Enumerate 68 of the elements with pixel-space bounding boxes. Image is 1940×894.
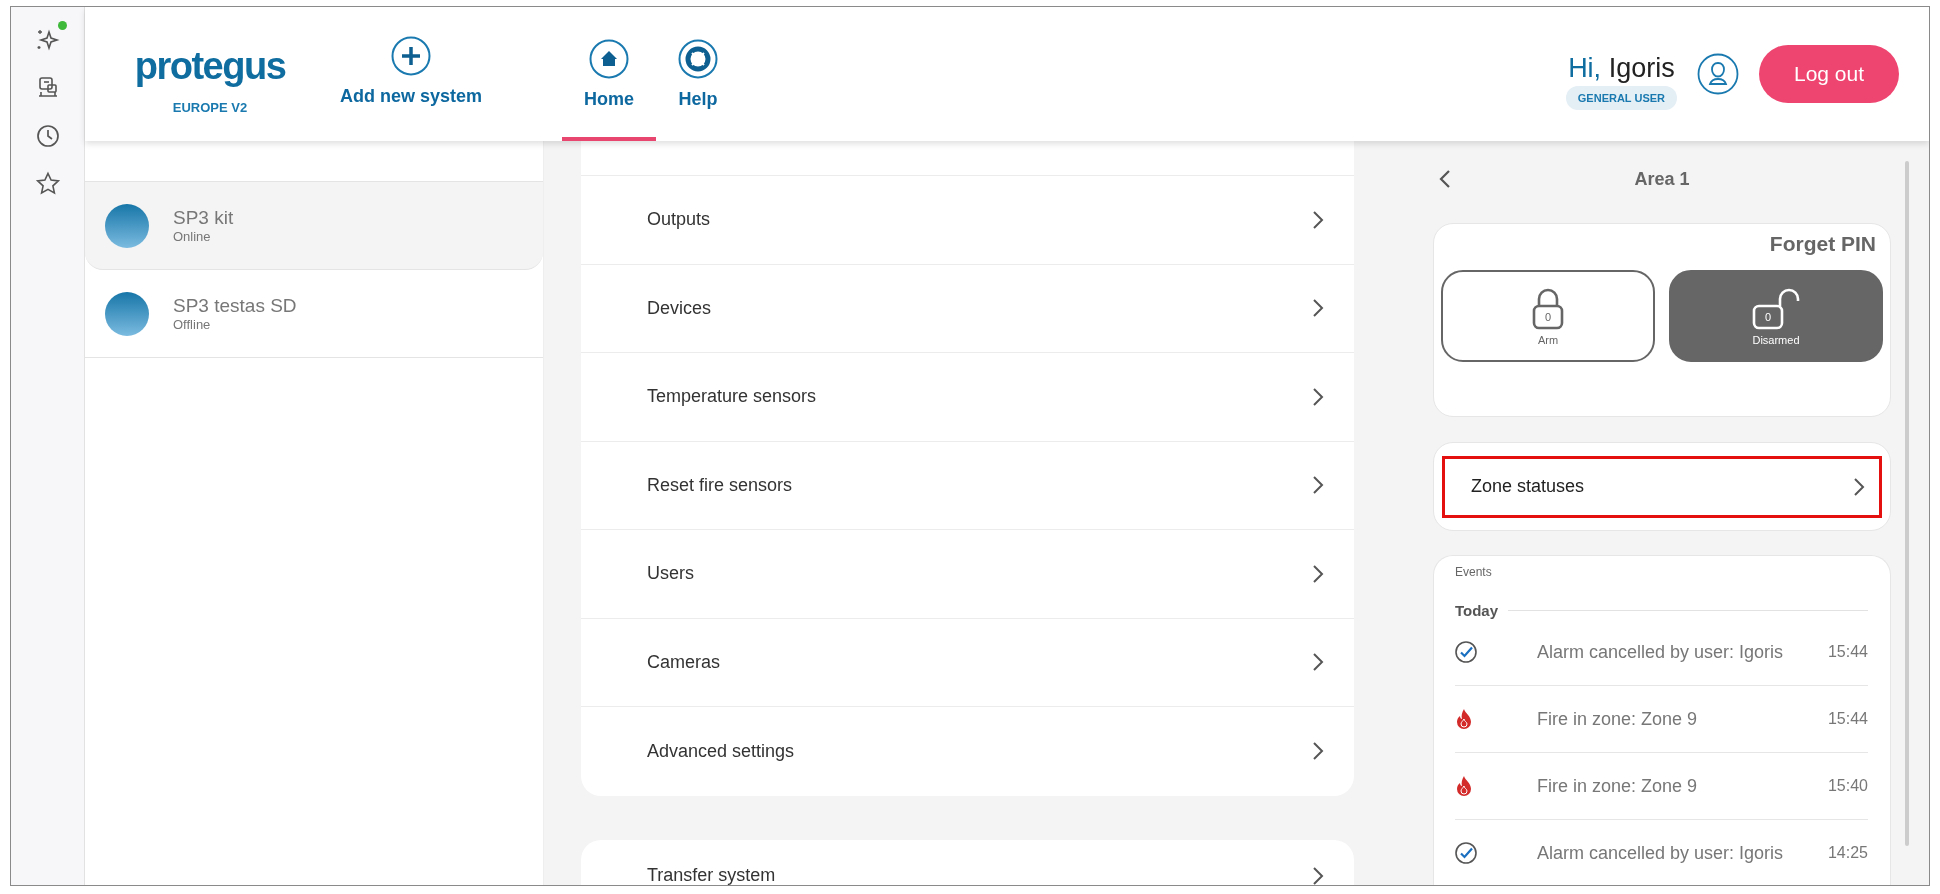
menu-label: Devices — [647, 297, 712, 319]
home-icon — [589, 38, 630, 79]
pin-count: 0 — [1763, 311, 1773, 323]
chevron-right-icon — [1312, 298, 1324, 319]
star-icon[interactable] — [34, 171, 61, 197]
system-item[interactable]: SP3 kit Online — [85, 182, 543, 270]
menu-label: Temperature sensors — [647, 386, 817, 408]
area-title: Area 1 — [1633, 168, 1691, 190]
zone-statuses-item[interactable]: Zone statuses — [1442, 455, 1882, 518]
check-circle-icon — [1455, 641, 1477, 663]
logo[interactable]: protegus — [134, 45, 286, 88]
event-time: 15:44 — [1827, 710, 1868, 728]
menu-item[interactable]: Devices — [581, 264, 1354, 353]
add-system-button[interactable]: Add new system — [340, 35, 483, 107]
menu-item[interactable]: Cameras — [581, 618, 1354, 707]
menu-label: Advanced settings — [647, 740, 795, 762]
menu-label: Reset fire sensors — [647, 474, 793, 496]
nav-tab[interactable]: Help — [656, 7, 741, 141]
menu-label: Cameras — [647, 651, 721, 673]
system-avatar — [105, 203, 149, 248]
system-status: Online — [173, 229, 212, 244]
event-text: Fire in zone: Zone 9 — [1537, 708, 1699, 730]
arm-mode-button[interactable]: 0 Disarmed — [1669, 270, 1883, 362]
event-time: 14:25 — [1827, 844, 1868, 862]
greeting: Hi, Igoris — [1568, 52, 1675, 84]
logout-button[interactable]: Log out — [1759, 45, 1899, 103]
arm-mode-button[interactable]: 0 Arm — [1441, 270, 1655, 362]
forget-pin-link[interactable]: Forget PIN — [1769, 232, 1876, 256]
chevron-right-icon — [1853, 476, 1865, 497]
check-circle-icon — [1455, 842, 1477, 864]
event-time: 15:40 — [1827, 777, 1868, 795]
event-time: 15:44 — [1827, 643, 1868, 661]
menu-item[interactable]: Advanced settings — [581, 707, 1354, 796]
menu-label: Transfer system — [647, 864, 776, 885]
system-name: SP3 testas SD — [173, 295, 297, 317]
region-label: EUROPE V2 — [172, 100, 248, 115]
menu-item[interactable]: Users — [581, 530, 1354, 619]
role-badge: GENERAL USER — [1565, 85, 1677, 110]
system-status: Offline — [173, 317, 212, 332]
event-text: Fire in zone: Zone 9 — [1537, 775, 1699, 797]
menu-item[interactable]: Temperature sensors — [581, 353, 1354, 442]
menu-item[interactable]: Outputs — [581, 176, 1354, 265]
chevron-right-icon — [1312, 563, 1324, 584]
back-chevron-icon[interactable] — [1439, 169, 1451, 189]
flame-icon — [1455, 708, 1473, 730]
event-text: Alarm cancelled by user: Igoris — [1537, 842, 1785, 864]
plus-icon — [391, 35, 431, 76]
system-name: SP3 kit — [173, 207, 234, 229]
menu-label: Users — [647, 563, 694, 585]
chevron-right-icon — [1312, 741, 1324, 762]
chevron-right-icon — [1312, 865, 1324, 885]
events-title: Events — [1455, 565, 1492, 579]
pin-count: 0 — [1543, 311, 1553, 323]
day-label: Today — [1455, 602, 1499, 619]
user-avatar-icon[interactable] — [1697, 53, 1739, 95]
menu-item[interactable]: Reset fire sensors — [581, 441, 1354, 530]
chevron-right-icon — [1312, 209, 1324, 230]
flame-icon — [1455, 775, 1473, 797]
clock-icon[interactable] — [34, 123, 61, 149]
chevron-right-icon — [1312, 475, 1324, 496]
menu-label: Outputs — [647, 209, 711, 231]
menu-item[interactable]: Transfer system — [581, 839, 1354, 885]
chevron-right-icon — [1312, 386, 1324, 407]
event-text: Alarm cancelled by user: Igoris — [1537, 641, 1785, 663]
lifebuoy-icon — [678, 38, 719, 79]
system-avatar — [105, 291, 149, 336]
system-item[interactable]: SP3 testas SD Offline — [85, 270, 543, 358]
chevron-right-icon — [1312, 652, 1324, 673]
